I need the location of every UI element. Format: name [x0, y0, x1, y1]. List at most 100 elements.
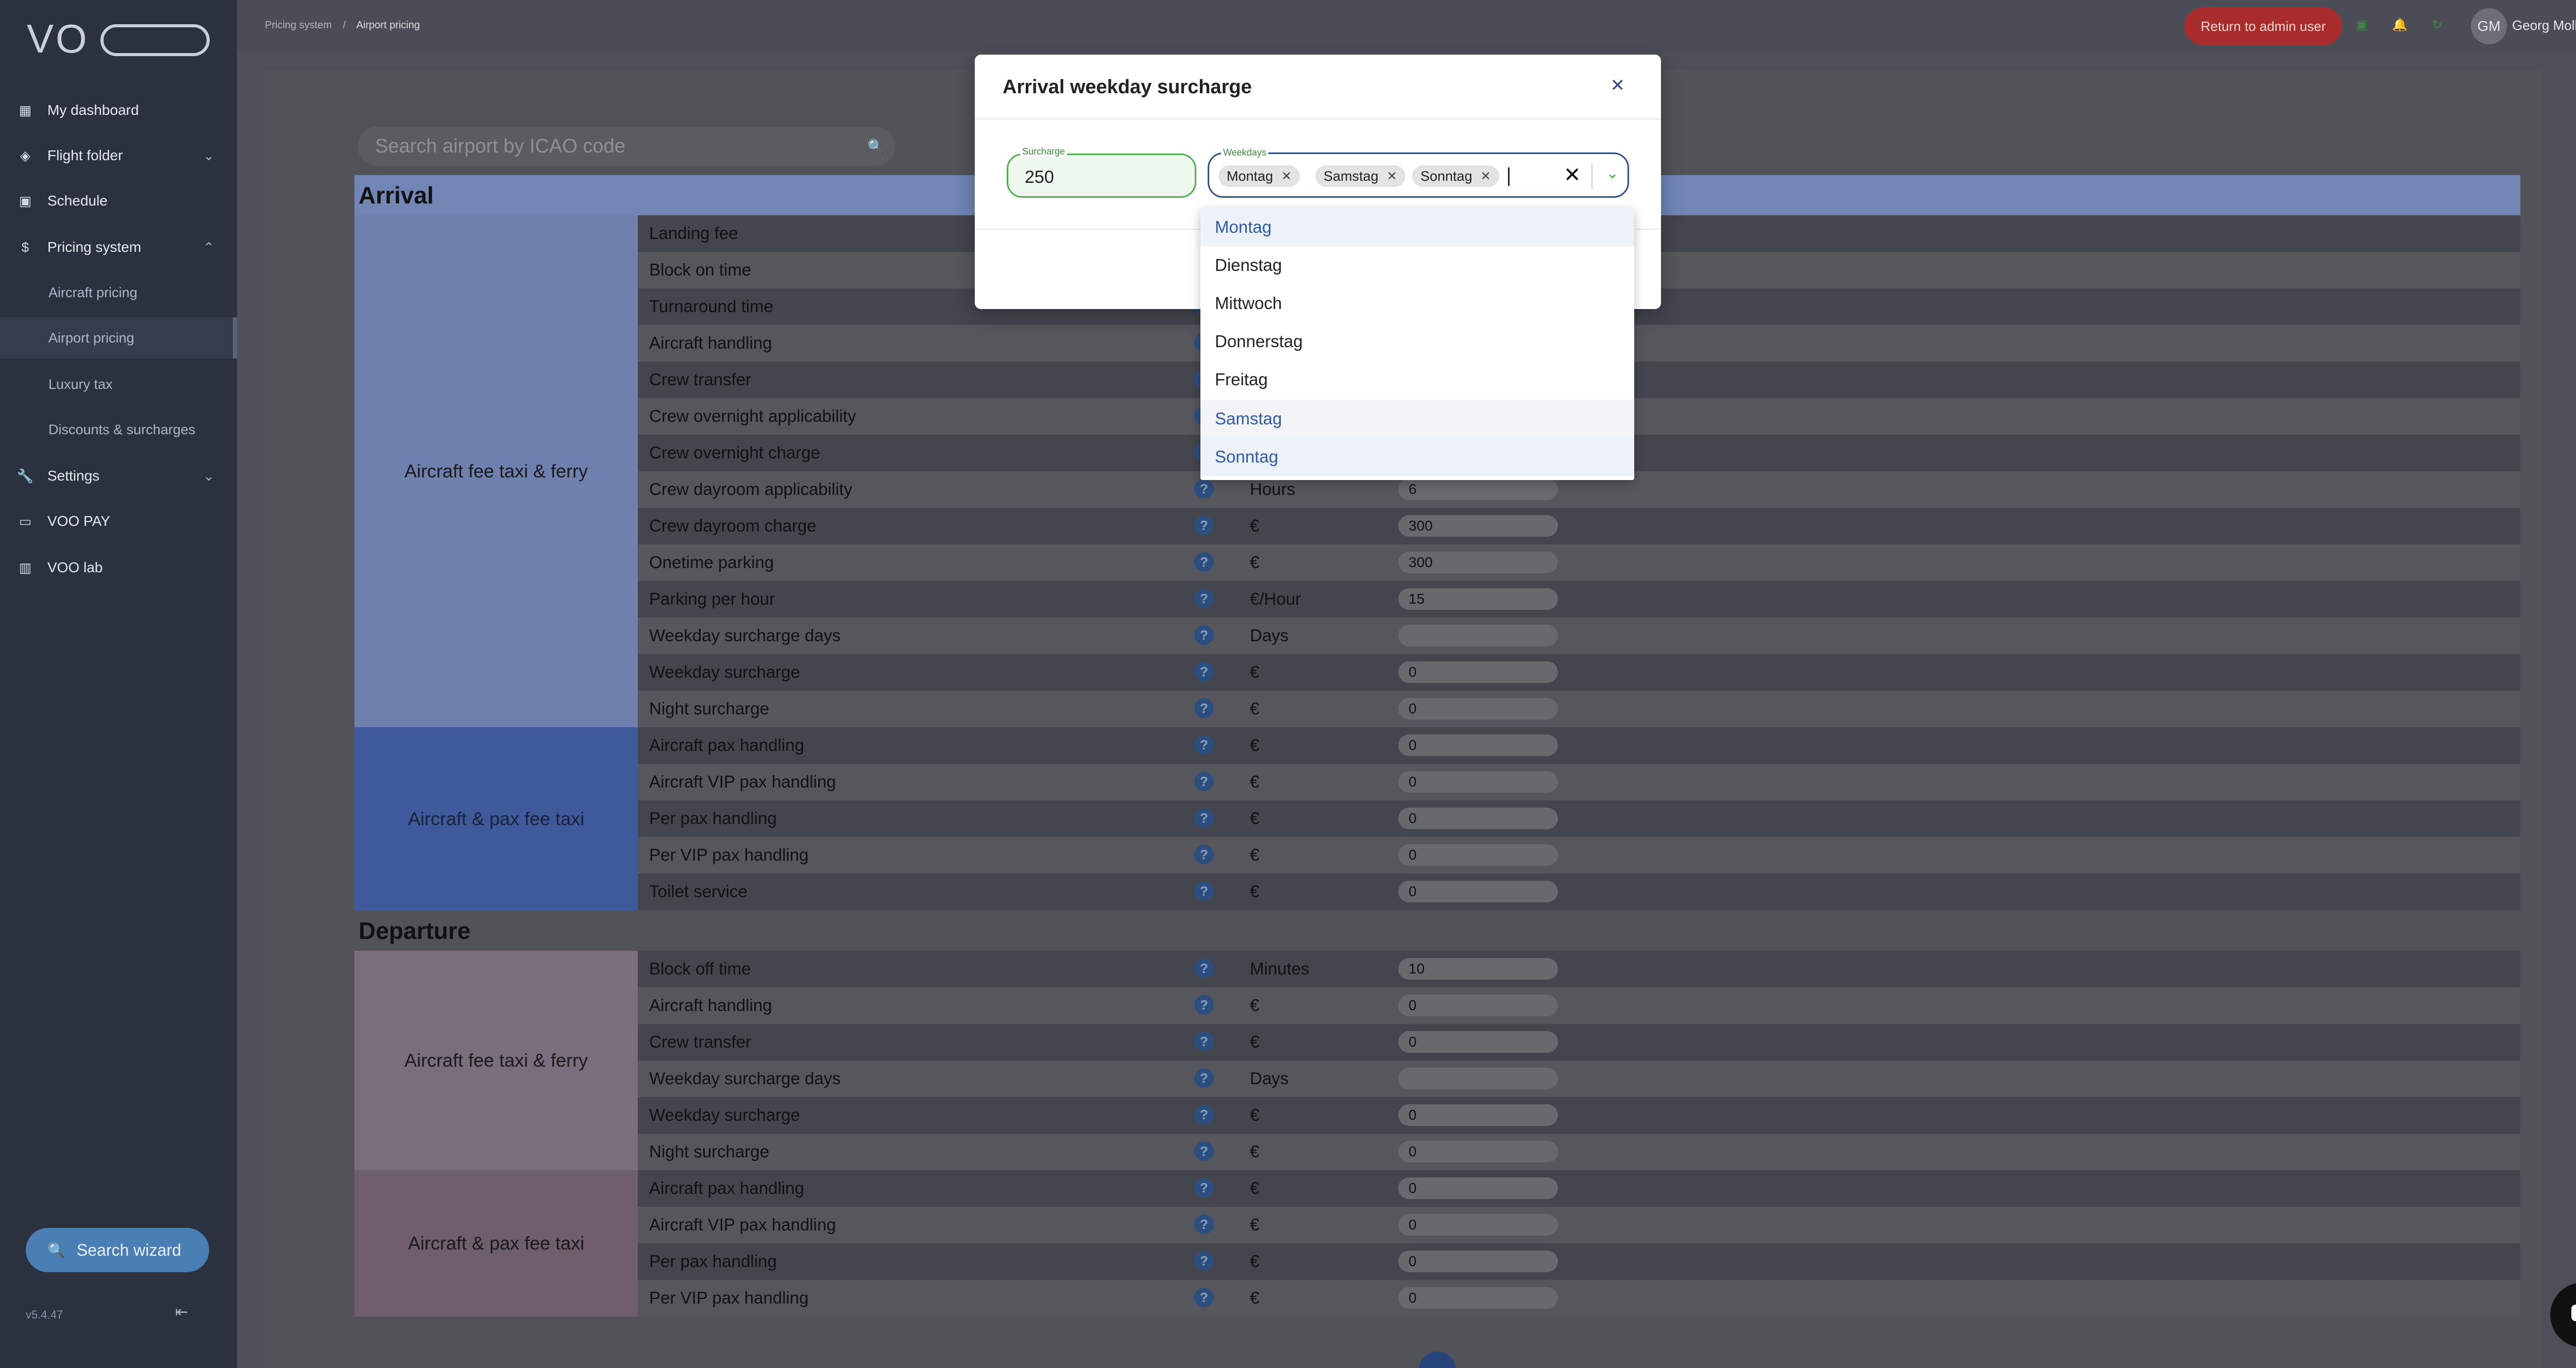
help-icon[interactable]: ?	[1194, 625, 1214, 645]
help-icon[interactable]: ?	[1194, 1251, 1214, 1271]
value-input[interactable]: 0	[1398, 734, 1558, 756]
row-unit: €	[1250, 1032, 1260, 1051]
search-input[interactable]: Search airport by ICAO code 🔍	[358, 127, 895, 166]
sidebar-item-voo-pay[interactable]: ▭ VOO PAY	[0, 501, 237, 542]
table-row: Night surcharge? €0	[638, 1134, 2520, 1170]
surcharge-value[interactable]: 250	[1025, 167, 1054, 187]
value-input[interactable]: 300	[1398, 552, 1558, 573]
option-sonntag[interactable]: Sonntag	[1200, 438, 1634, 476]
chat-button[interactable]	[2550, 1282, 2576, 1347]
value-input[interactable]: 0	[1398, 1141, 1558, 1162]
breadcrumb-item[interactable]: Pricing system	[265, 20, 332, 31]
search-wizard-button[interactable]: 🔍 Search wizard	[26, 1228, 209, 1272]
row-label: Parking per hour	[649, 589, 775, 608]
option-donnerstag[interactable]: Donnerstag	[1200, 322, 1634, 361]
surcharge-label: Surcharge	[1020, 146, 1067, 157]
help-icon[interactable]: ?	[1194, 1288, 1214, 1307]
sidebar-subitem-airport-pricing[interactable]: Airport pricing	[0, 317, 237, 358]
sidebar-subitem-aircraft-pricing[interactable]: Aircraft pricing	[0, 272, 237, 313]
sidebar-item-settings[interactable]: 🔧 Settings ⌄	[0, 455, 237, 497]
value-input[interactable]: 0	[1398, 698, 1558, 720]
help-icon[interactable]: ?	[1194, 1105, 1214, 1124]
help-icon[interactable]: ?	[1194, 516, 1214, 535]
value-input[interactable]: 0	[1398, 995, 1558, 1016]
help-icon[interactable]: ?	[1194, 735, 1214, 755]
message-icon[interactable]: ▣	[2351, 14, 2372, 35]
row-unit: €	[1250, 736, 1260, 755]
row-unit: €	[1250, 1178, 1260, 1198]
row-unit: €	[1250, 882, 1260, 901]
value-input[interactable]: 0	[1398, 1251, 1558, 1272]
user-name[interactable]: Georg Molk	[2512, 18, 2576, 33]
sidebar-subitem-luxury-tax[interactable]: Luxury tax	[0, 364, 237, 405]
chip-samstag: Samstag ✕	[1315, 165, 1405, 187]
close-icon[interactable]: ✕	[1611, 75, 1625, 96]
value-input[interactable]: 0	[1398, 771, 1558, 793]
value-input[interactable]: 0	[1398, 1177, 1558, 1199]
help-icon[interactable]: ?	[1194, 772, 1214, 791]
avatar[interactable]: GM	[2471, 8, 2507, 44]
remove-chip-icon[interactable]: ✕	[1281, 169, 1292, 184]
option-dienstag[interactable]: Dienstag	[1200, 246, 1634, 284]
option-montag[interactable]: Montag	[1200, 208, 1634, 246]
help-icon[interactable]: ?	[1194, 845, 1214, 864]
sidebar-item-schedule[interactable]: ▣ Schedule	[0, 180, 237, 221]
sidebar-subitem-discounts[interactable]: Discounts & surcharges	[0, 409, 237, 450]
row-unit: €	[1250, 553, 1260, 572]
help-icon[interactable]: ?	[1194, 589, 1214, 608]
remove-chip-icon[interactable]: ✕	[1387, 169, 1397, 184]
value-input[interactable]: 0	[1398, 1287, 1558, 1309]
help-icon[interactable]: ?	[1194, 881, 1214, 901]
help-icon[interactable]: ?	[1194, 662, 1214, 681]
value-input[interactable]	[1398, 625, 1558, 646]
value-input[interactable]: 10	[1398, 958, 1558, 980]
chevron-down-icon[interactable]: ⌄	[1606, 164, 1619, 182]
value-input[interactable]: 0	[1398, 1104, 1558, 1126]
help-icon[interactable]: ?	[1194, 552, 1214, 572]
sidebar-subitem-label: Discounts & surcharges	[48, 421, 196, 437]
sidebar-item-flight-folder[interactable]: ◈ Flight folder ⌄	[0, 135, 237, 176]
row-unit: €	[1250, 1252, 1260, 1271]
help-icon[interactable]: ?	[1194, 479, 1214, 499]
divider	[975, 118, 1661, 119]
option-mittwoch[interactable]: Mittwoch	[1200, 284, 1634, 322]
value-input[interactable]: 6	[1398, 478, 1558, 500]
value-input[interactable]: 0	[1398, 661, 1558, 683]
voo-logo[interactable]: VO	[27, 20, 212, 61]
sidebar-item-pricing-system[interactable]: $ Pricing system ⌃	[0, 227, 237, 268]
help-icon[interactable]: ?	[1194, 1068, 1214, 1088]
return-to-admin-button[interactable]: Return to admin user	[2184, 7, 2342, 45]
row-label: Night surcharge	[649, 1142, 769, 1161]
bell-icon[interactable]: 🔔	[2389, 14, 2410, 35]
value-input[interactable]: 0	[1398, 1214, 1558, 1236]
clear-icon[interactable]: ✕	[1564, 163, 1581, 187]
option-samstag[interactable]: Samstag	[1200, 400, 1634, 438]
value-input[interactable]: 0	[1398, 1031, 1558, 1053]
value-input[interactable]: 0	[1398, 881, 1558, 902]
value-input[interactable]	[1398, 1068, 1558, 1089]
sidebar-item-dashboard[interactable]: ▦ My dashboard	[0, 90, 237, 131]
help-icon[interactable]: ?	[1194, 995, 1214, 1015]
value-input[interactable]: 300	[1398, 515, 1558, 537]
help-icon[interactable]: ?	[1194, 1178, 1214, 1198]
value-input[interactable]: 15	[1398, 588, 1558, 610]
value-input[interactable]: 0	[1398, 808, 1558, 829]
help-icon[interactable]: ?	[1194, 1032, 1214, 1051]
help-icon[interactable]: ?	[1194, 1215, 1214, 1234]
help-icon[interactable]: ?	[1194, 959, 1214, 978]
surcharge-field[interactable]: 250	[1007, 153, 1196, 198]
remove-chip-icon[interactable]: ✕	[1481, 169, 1491, 184]
help-icon[interactable]: ?	[1194, 808, 1214, 828]
row-unit: Days	[1250, 1069, 1289, 1088]
sidebar-item-voo-lab[interactable]: ▥ VOO lab	[0, 547, 237, 588]
help-icon[interactable]: ?	[1194, 698, 1214, 718]
version-label: v5.4.47	[26, 1308, 63, 1321]
option-freitag[interactable]: Freitag	[1200, 361, 1634, 399]
weekdays-select[interactable]: Montag ✕ Samstag ✕ Sonntag ✕ ✕ ⌄	[1208, 152, 1629, 198]
row-label: Per VIP pax handling	[649, 845, 809, 864]
collapse-sidebar-icon[interactable]: ⇤	[175, 1303, 188, 1321]
refresh-icon[interactable]: ↻	[2427, 14, 2447, 35]
value-input[interactable]: 0	[1398, 844, 1558, 866]
help-icon[interactable]: ?	[1194, 1141, 1214, 1161]
sidebar: VO ▦ My dashboard ◈ Flight folder ⌄ ▣ Sc…	[0, 0, 237, 1368]
